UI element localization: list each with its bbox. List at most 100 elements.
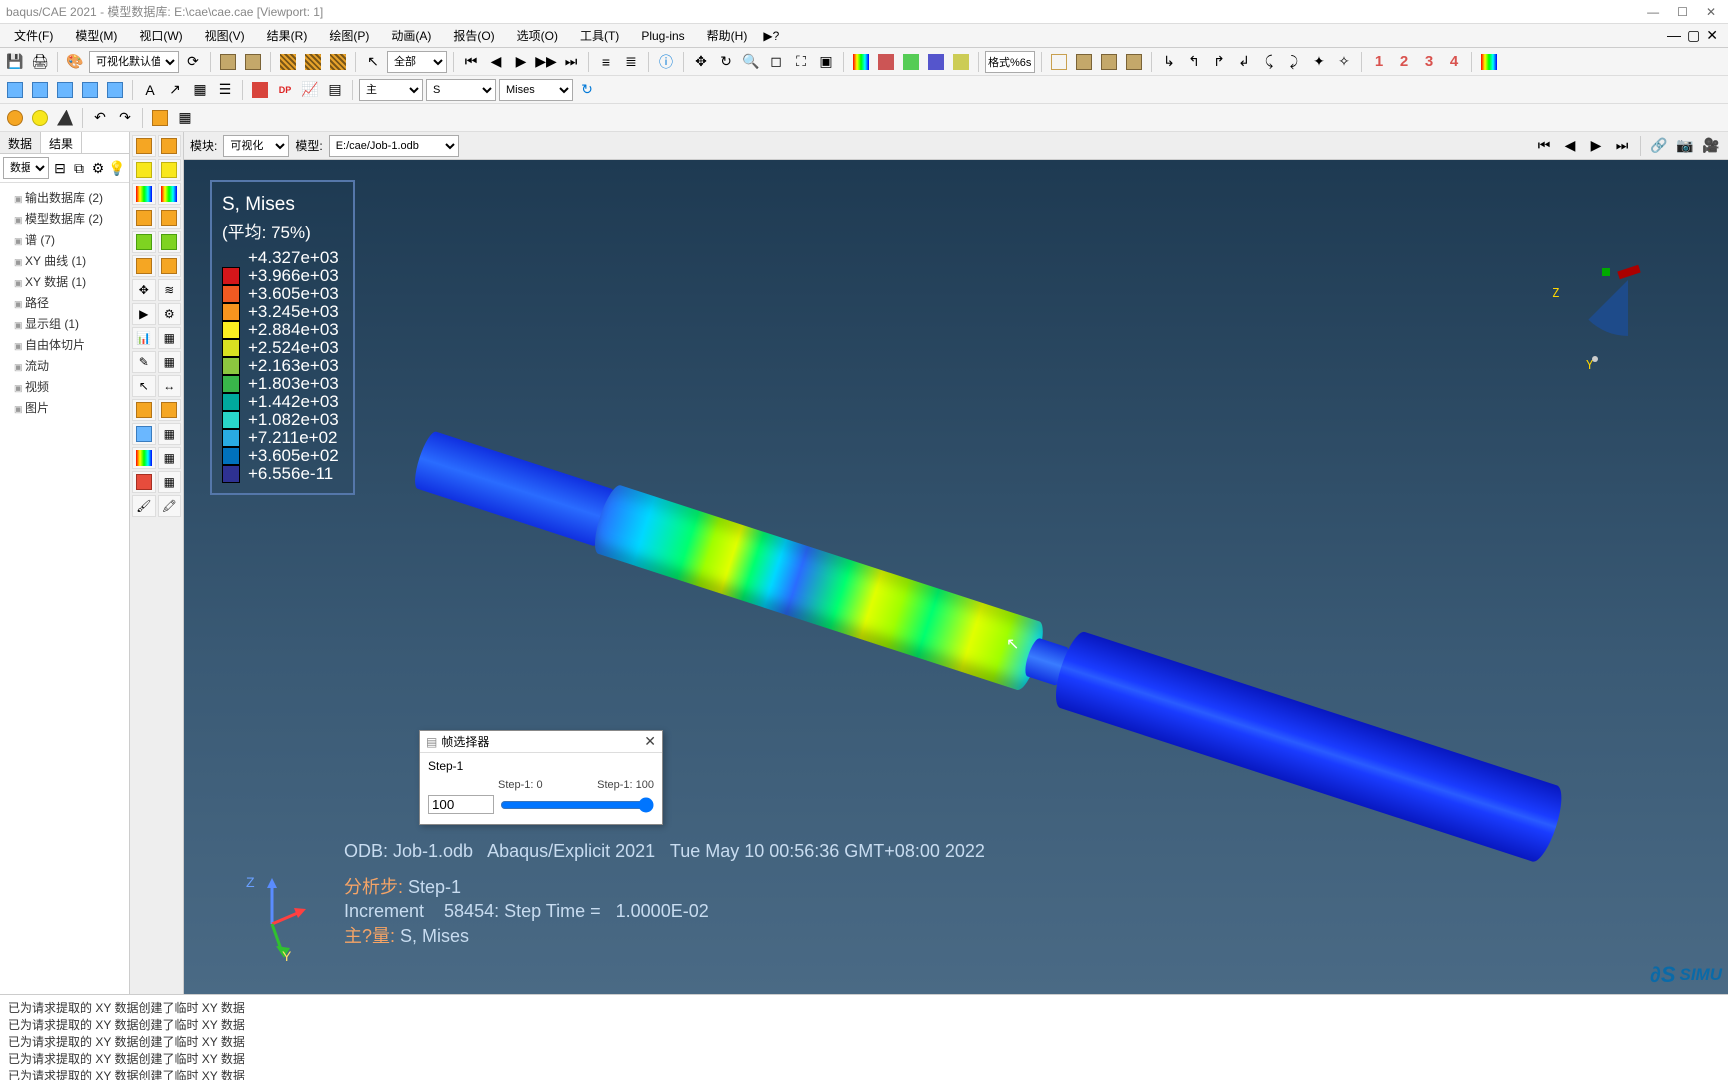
menu-model[interactable]: 模型(M) — [65, 24, 127, 47]
poly-select-icon[interactable] — [54, 107, 76, 129]
frame-slider[interactable] — [500, 797, 654, 813]
tree-model-db[interactable]: 模型数据库 (2) — [6, 208, 123, 229]
vt-stream-opt-icon[interactable]: ▦ — [158, 447, 182, 469]
tab-data[interactable]: 数据 — [0, 132, 41, 153]
redo-icon[interactable]: ↷ — [114, 107, 136, 129]
frame-first-icon[interactable]: ⏮ — [1533, 135, 1555, 157]
color-mode-select[interactable]: 可视化默认值 — [89, 51, 179, 73]
layout-4-icon[interactable] — [79, 79, 101, 101]
view-4-icon[interactable]: 4 — [1443, 51, 1465, 73]
vt-field-opt-icon[interactable]: ▦ — [158, 471, 182, 493]
tree-freebody[interactable]: 自由体切片 — [6, 334, 123, 355]
manager-icon[interactable]: ▦ — [174, 107, 196, 129]
view-2-icon[interactable]: 2 — [1393, 51, 1415, 73]
vt-material-opt-icon[interactable] — [158, 231, 182, 253]
viewport[interactable]: S, Mises (平均: 75%) +4.327e+03+3.966e+03+… — [184, 160, 1728, 994]
anim-next-icon[interactable]: ▶▶ — [535, 51, 557, 73]
menu-help[interactable]: 帮助(H) — [697, 24, 758, 47]
maximize-icon[interactable]: ☐ — [1677, 5, 1688, 19]
hatch-hide-icon[interactable] — [277, 51, 299, 73]
circle-fill-icon[interactable] — [29, 107, 51, 129]
link-viewport-icon[interactable]: 🔗 — [1648, 135, 1670, 157]
vt-freebody-icon[interactable] — [132, 423, 156, 445]
menu-animate[interactable]: 动画(A) — [381, 24, 441, 47]
module-select[interactable]: 可视化 — [223, 135, 289, 157]
plot-vector-icon[interactable] — [900, 51, 922, 73]
vt-superimpose-icon[interactable] — [158, 159, 182, 181]
vt-symbol-icon[interactable] — [132, 207, 156, 229]
ruler-horiz-icon[interactable]: ≣ — [620, 51, 642, 73]
layout-3-icon[interactable] — [54, 79, 76, 101]
graph-icon[interactable]: 📈 — [299, 79, 321, 101]
dp-icon[interactable]: DP — [274, 79, 296, 101]
vt-xy-manager-icon[interactable]: ▦ — [158, 327, 182, 349]
camera-icon[interactable]: 📷 — [1674, 135, 1696, 157]
view-top-icon[interactable]: ↱ — [1208, 51, 1230, 73]
tree-filter-select[interactable]: 数据 — [3, 157, 49, 179]
tree-bulb-icon[interactable]: 💡 — [109, 160, 125, 176]
vt-probe-icon[interactable]: ↖ — [132, 375, 156, 397]
frame-value-input[interactable] — [428, 795, 494, 814]
text-a-icon[interactable]: A — [139, 79, 161, 101]
menu-plot[interactable]: 绘图(P) — [319, 24, 379, 47]
render-shaded-icon[interactable] — [1123, 51, 1145, 73]
tree-spectra[interactable]: 谱 (7) — [6, 229, 123, 250]
field-output-icon[interactable]: ▤ — [324, 79, 346, 101]
window-restore-icon[interactable]: ▢ — [1687, 27, 1700, 44]
primary-select[interactable]: 主 — [359, 79, 423, 101]
ruler-vert-icon[interactable]: ≡ — [595, 51, 617, 73]
rotate-icon[interactable]: ↻ — [715, 51, 737, 73]
color-palette-icon[interactable]: 🎨 — [64, 51, 86, 73]
view-csys-icon[interactable]: ✧ — [1333, 51, 1355, 73]
menu-file[interactable]: 文件(F) — [4, 24, 63, 47]
vt-plot-undeformed-icon[interactable] — [132, 135, 156, 157]
plot-xy-icon[interactable] — [925, 51, 947, 73]
print-icon[interactable]: 🖨 — [29, 51, 51, 73]
anim-last-icon[interactable]: ⏭ — [560, 51, 582, 73]
minimize-icon[interactable]: — — [1647, 5, 1659, 19]
view-back-icon[interactable]: ↰ — [1183, 51, 1205, 73]
vt-symbol-opt-icon[interactable] — [158, 207, 182, 229]
tree-xy-curves[interactable]: XY 曲线 (1) — [6, 250, 123, 271]
zoom-fit-icon[interactable]: ⛶ — [790, 51, 812, 73]
tree-paths[interactable]: 路径 — [6, 292, 123, 313]
anim-prev-icon[interactable]: ◀ — [485, 51, 507, 73]
render-hidden-icon[interactable] — [1073, 51, 1095, 73]
anim-first-icon[interactable]: ⏮ — [460, 51, 482, 73]
undo-icon[interactable]: ↶ — [89, 107, 111, 129]
table-options-icon[interactable]: ▦ — [189, 79, 211, 101]
hatch-replace-icon[interactable] — [327, 51, 349, 73]
vt-stress-linear-icon[interactable]: ↔ — [158, 375, 182, 397]
vt-xy-fieldout-icon[interactable]: 📊 — [132, 327, 156, 349]
annotate-icon[interactable] — [1478, 51, 1500, 73]
window-close-icon[interactable]: ✕ — [1706, 27, 1718, 44]
vt-ply-icon[interactable] — [132, 255, 156, 277]
view-left-icon[interactable]: ⤹ — [1258, 51, 1280, 73]
vt-plot-deformed-icon[interactable] — [158, 135, 182, 157]
menu-plugins[interactable]: Plug-ins — [631, 26, 694, 46]
tree-xy-data[interactable]: XY 数据 (1) — [6, 271, 123, 292]
menu-report[interactable]: 报告(O) — [443, 24, 504, 47]
tree-movies[interactable]: 视频 — [6, 376, 123, 397]
vt-anim-scale-icon[interactable]: ✥ — [132, 279, 156, 301]
layout-2-icon[interactable] — [29, 79, 51, 101]
vt-view-cut-icon[interactable] — [132, 399, 156, 421]
info-icon[interactable]: ⓘ — [655, 51, 677, 73]
circle-select-icon[interactable] — [4, 107, 26, 129]
plot-contour-icon[interactable] — [850, 51, 872, 73]
layout-cascade-icon[interactable] — [104, 79, 126, 101]
vt-freebody-opt-icon[interactable]: ▦ — [158, 423, 182, 445]
pan-icon[interactable]: ✥ — [690, 51, 712, 73]
list-options-icon[interactable]: ☰ — [214, 79, 236, 101]
frame-prev-icon[interactable]: ◀ — [1559, 135, 1581, 157]
tree-setting-icon[interactable]: ⚙ — [90, 160, 106, 176]
menu-view[interactable]: 视图(V) — [195, 24, 255, 47]
vt-view-cut-opt-icon[interactable] — [158, 399, 182, 421]
menu-result[interactable]: 结果(R) — [257, 24, 318, 47]
plot-symbol-icon[interactable] — [875, 51, 897, 73]
anim-play-icon[interactable]: ▶ — [510, 51, 532, 73]
cube-shaded-icon[interactable] — [217, 51, 239, 73]
select-scope[interactable]: 全部 — [387, 51, 447, 73]
vt-anim-opt-icon[interactable]: ⚙ — [158, 303, 182, 325]
view-1-icon[interactable]: 1 — [1368, 51, 1390, 73]
